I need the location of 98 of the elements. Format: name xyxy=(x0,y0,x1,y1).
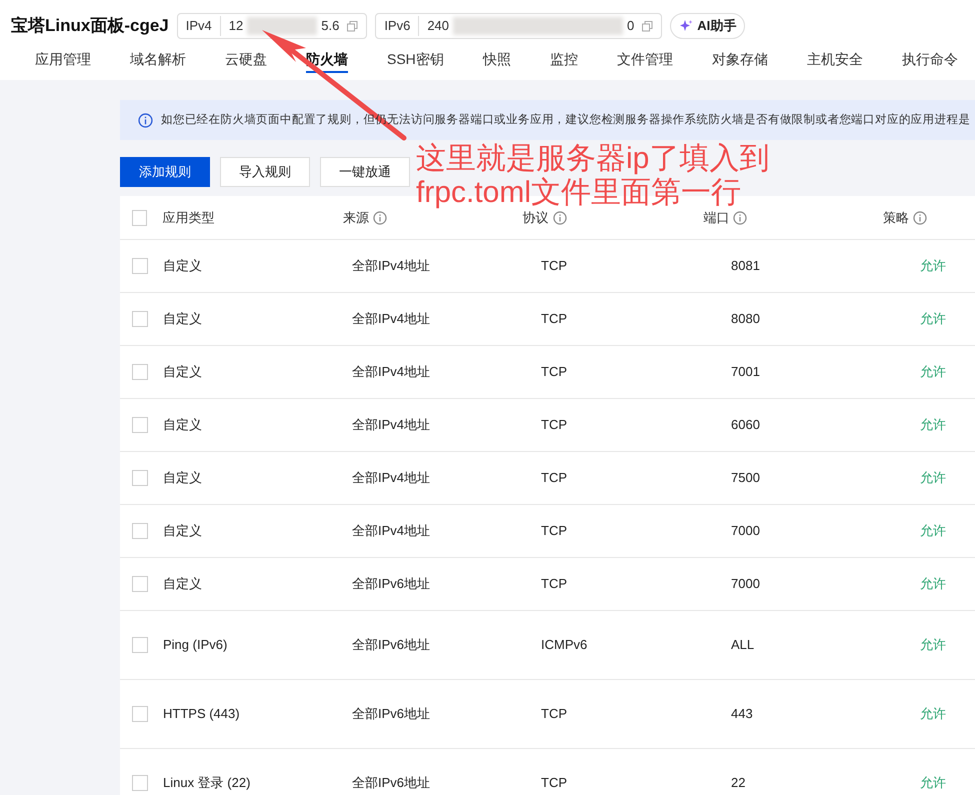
table-cell-text: 自定义 xyxy=(163,469,203,488)
checkbox[interactable] xyxy=(132,576,148,592)
table-cell-text: 全部IPv4地址 xyxy=(352,363,432,382)
table-cell-text: 自定义 xyxy=(163,416,203,434)
checkbox[interactable] xyxy=(132,210,148,226)
nav-tab[interactable]: SSH密钥 xyxy=(387,47,444,73)
table-cell-text: 7500 xyxy=(731,469,761,488)
info-icon xyxy=(912,210,927,224)
info-icon xyxy=(138,112,153,128)
nav-tab[interactable]: 应用管理 xyxy=(35,47,91,73)
column-header: 来源 xyxy=(342,208,369,227)
checkbox[interactable] xyxy=(132,258,148,274)
toolbar-button[interactable]: 导入规则 xyxy=(220,157,310,187)
table-cell-text: ICMPv6 xyxy=(541,636,588,654)
ip-value: 5.6 xyxy=(321,17,340,36)
policy-status: 允许 xyxy=(920,774,946,792)
policy-status: 允许 xyxy=(920,416,946,434)
table-cell-text: 全部IPv6地址 xyxy=(352,636,432,654)
table-cell-text: 6060 xyxy=(731,416,761,434)
table-cell-text: Ping (IPv6) xyxy=(163,636,228,654)
checkbox[interactable] xyxy=(132,523,148,539)
nav-tab[interactable]: 主机安全 xyxy=(806,47,863,73)
info-icon xyxy=(372,210,387,224)
table-cell-text: 全部IPv6地址 xyxy=(352,774,432,792)
column-header: 策略 xyxy=(882,208,909,227)
info-icon xyxy=(552,210,567,224)
table-cell-text: TCP xyxy=(541,705,568,724)
ip-value: 12 xyxy=(228,17,244,36)
nav-tab[interactable]: 对象存储 xyxy=(712,47,768,73)
table-cell-text: TCP xyxy=(541,774,568,792)
policy-status: 允许 xyxy=(920,310,946,328)
ip-value: 240 xyxy=(426,17,450,36)
checkbox[interactable] xyxy=(132,364,148,380)
table-cell-text: 自定义 xyxy=(163,257,203,276)
table-cell-text: 全部IPv4地址 xyxy=(352,522,432,540)
toolbar-button[interactable]: 添加规则 xyxy=(120,157,210,187)
page-title: 宝塔Linux面板-cgeJ xyxy=(11,15,169,38)
table-cell-text: 全部IPv6地址 xyxy=(352,575,432,594)
table-cell-text: TCP xyxy=(541,575,568,594)
checkbox[interactable] xyxy=(132,706,148,722)
column-header: 端口 xyxy=(703,208,730,227)
table-cell-text: 全部IPv6地址 xyxy=(352,705,432,724)
table-cell-text: 全部IPv4地址 xyxy=(352,416,432,434)
nav-tab[interactable]: 快照 xyxy=(482,47,511,73)
table-cell-text: HTTPS (443) xyxy=(163,705,241,724)
policy-status: 允许 xyxy=(920,705,946,724)
nav-tab[interactable]: 云硬盘 xyxy=(225,47,267,73)
nav-tab[interactable]: 执行命令 xyxy=(902,47,958,73)
table-cell-text: 全部IPv4地址 xyxy=(352,469,432,488)
table-cell-text: 自定义 xyxy=(163,363,203,382)
ip-label: IPv4 xyxy=(186,16,221,36)
table-cell-text: 自定义 xyxy=(163,575,203,594)
copy-icon[interactable] xyxy=(642,20,654,32)
table-cell-text: TCP xyxy=(541,363,568,382)
checkbox[interactable] xyxy=(132,311,148,327)
checkbox[interactable] xyxy=(132,637,148,653)
checkbox[interactable] xyxy=(132,775,148,791)
ip-label: IPv6 xyxy=(384,16,420,36)
table-cell-text: 8080 xyxy=(731,310,761,328)
policy-status: 允许 xyxy=(920,575,946,594)
table-cell-text: 全部IPv4地址 xyxy=(352,257,432,276)
table-cell-text: 自定义 xyxy=(163,522,203,540)
table-cell-text: 全部IPv4地址 xyxy=(352,310,432,328)
policy-status: 允许 xyxy=(920,636,946,654)
annotation-text: frpc.toml文件里面第一行 xyxy=(416,176,742,210)
policy-status: 允许 xyxy=(920,469,946,488)
table-cell-text: 8081 xyxy=(731,257,761,276)
nav-tab[interactable]: 文件管理 xyxy=(616,47,673,73)
table-cell-text: 自定义 xyxy=(163,310,203,328)
policy-status: 允许 xyxy=(920,363,946,382)
annotation-text: 这里就是服务器ip了填入到 xyxy=(416,142,770,176)
nav-tab[interactable]: 监控 xyxy=(550,47,578,73)
table-cell-text: TCP xyxy=(541,310,568,328)
table-cell-text: 7001 xyxy=(731,363,761,382)
nav-tab[interactable]: 域名解析 xyxy=(130,47,186,73)
toolbar-button[interactable]: 一键放通 xyxy=(320,157,410,187)
table-cell-text: TCP xyxy=(541,522,568,540)
sparkle-icon xyxy=(679,19,694,33)
info-icon xyxy=(733,210,748,224)
policy-status: 允许 xyxy=(920,522,946,540)
ai-assistant-button[interactable]: AI助手 xyxy=(670,13,746,39)
blurred-value xyxy=(247,17,318,35)
policy-status: 允许 xyxy=(920,257,946,276)
column-header: 协议 xyxy=(522,208,549,227)
table-cell-text: 7000 xyxy=(731,575,761,594)
table-cell-text: TCP xyxy=(541,257,568,276)
table-cell-text: 22 xyxy=(731,774,746,792)
table-cell-text: TCP xyxy=(541,469,568,488)
table-cell-text: Linux 登录 (22) xyxy=(163,774,252,792)
checkbox[interactable] xyxy=(132,417,148,433)
column-header: 应用类型 xyxy=(162,208,214,227)
table-cell-text: 443 xyxy=(731,705,754,724)
checkbox[interactable] xyxy=(132,470,148,486)
table-cell-text: TCP xyxy=(541,416,568,434)
ip-value: 0 xyxy=(627,17,634,36)
table-cell-text: 7000 xyxy=(731,522,761,540)
table-cell-text: ALL xyxy=(731,636,756,654)
copy-icon[interactable] xyxy=(347,20,358,32)
